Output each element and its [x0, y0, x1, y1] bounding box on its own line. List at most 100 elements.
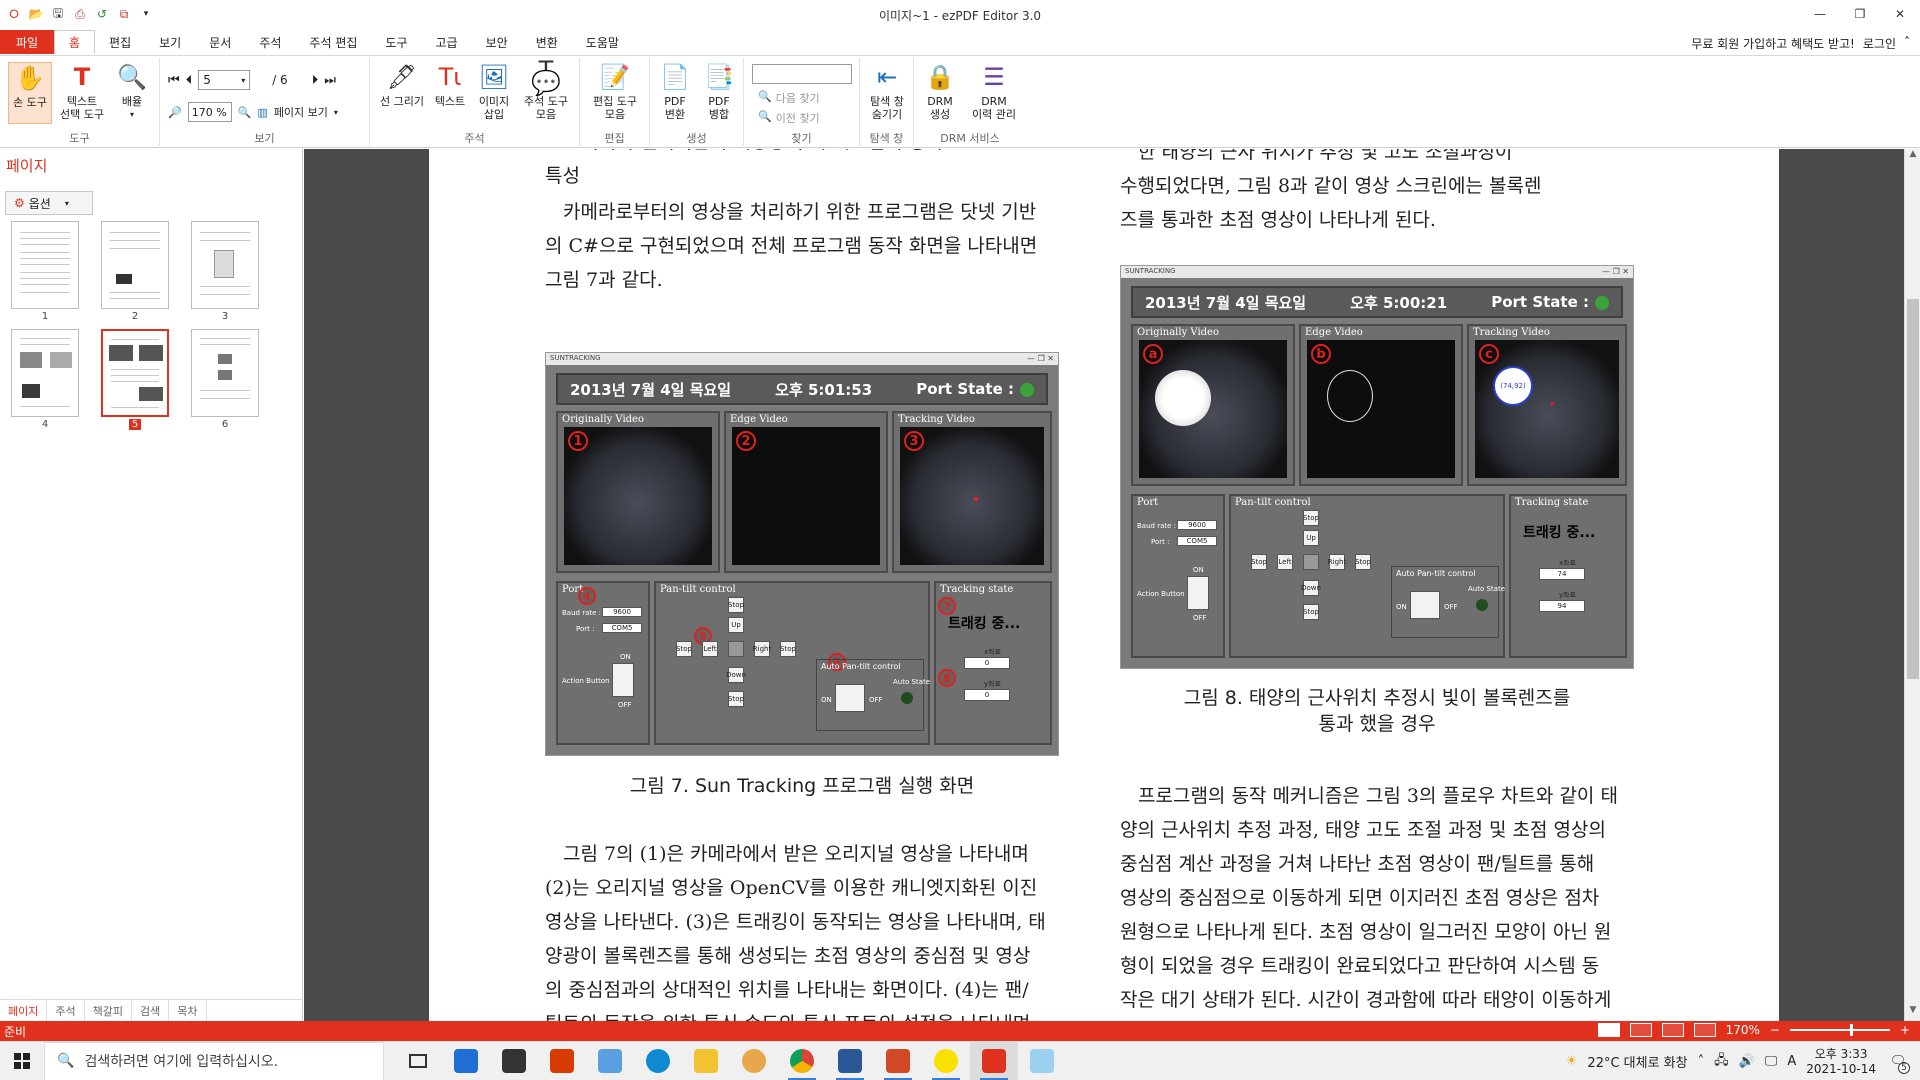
zoom-input[interactable]: 170 % [187, 102, 232, 122]
drm-history-button[interactable]: ☰ DRM 이력 관리 [966, 62, 1022, 122]
zoom-in-icon[interactable]: + [1900, 1023, 1910, 1037]
search-icon: 🔍 [758, 110, 772, 123]
save-icon[interactable]: 🖫 [50, 6, 66, 22]
files-icon[interactable] [586, 1042, 634, 1080]
powerpoint-icon[interactable] [874, 1042, 922, 1080]
tab-help[interactable]: 도움말 [572, 30, 633, 54]
tab-edit[interactable]: 편집 [95, 30, 145, 54]
clock[interactable]: 오후 3:33 2021-10-14 [1806, 1047, 1876, 1077]
page-view-button[interactable]: 페이지 보기 [274, 104, 328, 120]
window-controls: — ❐ ✕ [1800, 0, 1920, 28]
zoom-slider[interactable] [1789, 1024, 1890, 1036]
tab-home[interactable]: 홈 [54, 30, 96, 54]
photo-viewer-icon[interactable] [730, 1042, 778, 1080]
page-thumbnail-6[interactable] [191, 329, 259, 417]
zoom-out-icon[interactable]: − [1770, 1023, 1780, 1037]
restore-button[interactable]: ❐ [1840, 0, 1880, 28]
first-page-icon[interactable]: ⏮ [168, 73, 180, 88]
task-view-icon[interactable] [394, 1042, 442, 1080]
page-number-input[interactable]: 5 ▾ [198, 70, 251, 90]
drm-create-button[interactable]: 🔒 DRM 생성 [918, 62, 962, 122]
text-select-tool-button[interactable]: T 텍스트 선택 도구 [58, 62, 106, 122]
mail-icon[interactable] [442, 1042, 490, 1080]
file-explorer-icon[interactable] [682, 1042, 730, 1080]
options-button[interactable]: ⚙ 옵션 ▾ [5, 191, 93, 215]
close-button[interactable]: ✕ [1880, 0, 1920, 28]
search-input[interactable] [752, 64, 852, 84]
store-icon[interactable] [490, 1042, 538, 1080]
find-next-button[interactable]: 🔍 다음 찾기 [758, 90, 820, 106]
taskbar-search[interactable]: 🔍 검색하려면 여기에 입력하십시오. [44, 1041, 384, 1080]
tab-tools[interactable]: 도구 [371, 30, 421, 54]
vertical-scrollbar[interactable]: ▲ ▼ [1904, 149, 1920, 1021]
zoom-in-icon[interactable]: 🔍 [238, 106, 252, 119]
page-thumbnail-2[interactable] [101, 221, 169, 309]
start-button[interactable] [0, 1042, 44, 1080]
customize-dropdown-icon[interactable]: ▾ [138, 6, 154, 22]
tab-annotation-edit[interactable]: 주석 편집 [295, 30, 371, 54]
tab-file[interactable]: 파일 [0, 30, 54, 54]
page-thumbnail-3[interactable] [191, 221, 259, 309]
annotation-tools-button[interactable]: T💬 주석 도구 모음 [518, 58, 574, 121]
office-icon[interactable] [538, 1042, 586, 1080]
edge-browser-icon[interactable] [634, 1042, 682, 1080]
tab-document[interactable]: 문서 [195, 30, 245, 54]
scroll-down-icon[interactable]: ▼ [1905, 1005, 1920, 1021]
zoom-tool-button[interactable]: 🔍 배율 ▾ [112, 62, 152, 121]
image-insert-button[interactable]: 🖼 이미지 삽입 [472, 62, 516, 122]
ime-indicator[interactable]: A [1787, 1054, 1796, 1069]
tab-annotation[interactable]: 주석 [245, 30, 295, 54]
hand-tool-button[interactable]: ✋ 손 도구 [8, 62, 52, 124]
tab-advanced[interactable]: 고급 [422, 30, 472, 54]
prev-page-icon[interactable]: ⏴ [186, 73, 193, 88]
zoom-out-icon[interactable]: 🔎 [168, 106, 182, 119]
scrollbar-thumb[interactable] [1907, 299, 1919, 679]
hide-explorer-button[interactable]: ⇤ 탐색 창 숨기기 [864, 62, 910, 122]
pdf-merge-button[interactable]: 📑 PDF 병합 [698, 62, 740, 122]
panel-tab-annotations[interactable]: 주석 [47, 1000, 85, 1021]
panel-tab-search[interactable]: 검색 [132, 1000, 170, 1021]
tab-security[interactable]: 보안 [472, 30, 522, 54]
notification-center-button[interactable]: 🗨 5 [1886, 1050, 1910, 1074]
single-page-view-button[interactable] [1597, 1023, 1620, 1037]
find-prev-button[interactable]: 🔍 이전 찾기 [758, 110, 820, 126]
tab-view[interactable]: 보기 [145, 30, 195, 54]
undo-icon[interactable]: ↺ [94, 6, 110, 22]
print-icon[interactable]: ⎙ [72, 6, 88, 22]
display-icon[interactable]: 🖵 [1765, 1054, 1778, 1069]
weather-text[interactable]: 22°C 대체로 화창 [1587, 1052, 1687, 1071]
login-link[interactable]: 로그인 [1863, 35, 1896, 52]
page-thumbnail-5[interactable] [101, 329, 169, 417]
kakaotalk-icon[interactable] [922, 1042, 970, 1080]
paint-icon[interactable] [1018, 1042, 1066, 1080]
chevron-up-icon[interactable]: ˄ [1698, 1054, 1705, 1069]
continuous-view-button[interactable] [1629, 1023, 1652, 1037]
export-icon[interactable]: ⧉ [116, 6, 132, 22]
two-page-continuous-view-button[interactable] [1693, 1023, 1716, 1037]
last-page-icon[interactable]: ⏭ [324, 73, 336, 88]
scroll-up-icon[interactable]: ▲ [1905, 149, 1920, 165]
ribbon-collapse-icon[interactable]: ˄ [1904, 35, 1910, 52]
volume-icon[interactable]: 🔊 [1739, 1054, 1755, 1069]
zoom-slider-knob[interactable] [1849, 1024, 1853, 1036]
network-icon[interactable]: 🖧 [1714, 1051, 1729, 1073]
line-draw-button[interactable]: 🖋 선 그리기 [376, 62, 428, 109]
panel-tab-toc[interactable]: 목차 [169, 1000, 207, 1021]
page-thumbnail-1[interactable] [11, 221, 79, 309]
text-annotation-button[interactable]: Tɩ 텍스트 [430, 62, 470, 109]
chrome-browser-icon[interactable] [778, 1042, 826, 1080]
two-page-view-button[interactable] [1661, 1023, 1684, 1037]
ezpdf-icon[interactable] [970, 1041, 1018, 1080]
page-thumbnail-4[interactable] [11, 329, 79, 417]
edit-tools-button[interactable]: 📝 편집 도구 모음 [586, 62, 644, 122]
tab-convert[interactable]: 변환 [522, 30, 572, 54]
word-icon[interactable] [826, 1042, 874, 1080]
panel-tab-pages[interactable]: 페이지 [0, 1000, 48, 1021]
pdf-convert-button[interactable]: 📄 PDF 변환 [654, 62, 696, 122]
panel-tab-bookmarks[interactable]: 책갈피 [85, 1000, 132, 1021]
open-folder-icon[interactable]: 📂 [28, 6, 44, 22]
promo-link[interactable]: 무료 회원 가입하고 혜택도 받고! [1691, 35, 1855, 52]
next-page-icon[interactable]: ⏵ [312, 73, 319, 88]
minimize-button[interactable]: — [1800, 0, 1840, 28]
document-view[interactable]: 3.2 이미지 센서기반의 태양광 추적 시스템의 동작 특성 카메라로부터의 … [304, 149, 1904, 1021]
